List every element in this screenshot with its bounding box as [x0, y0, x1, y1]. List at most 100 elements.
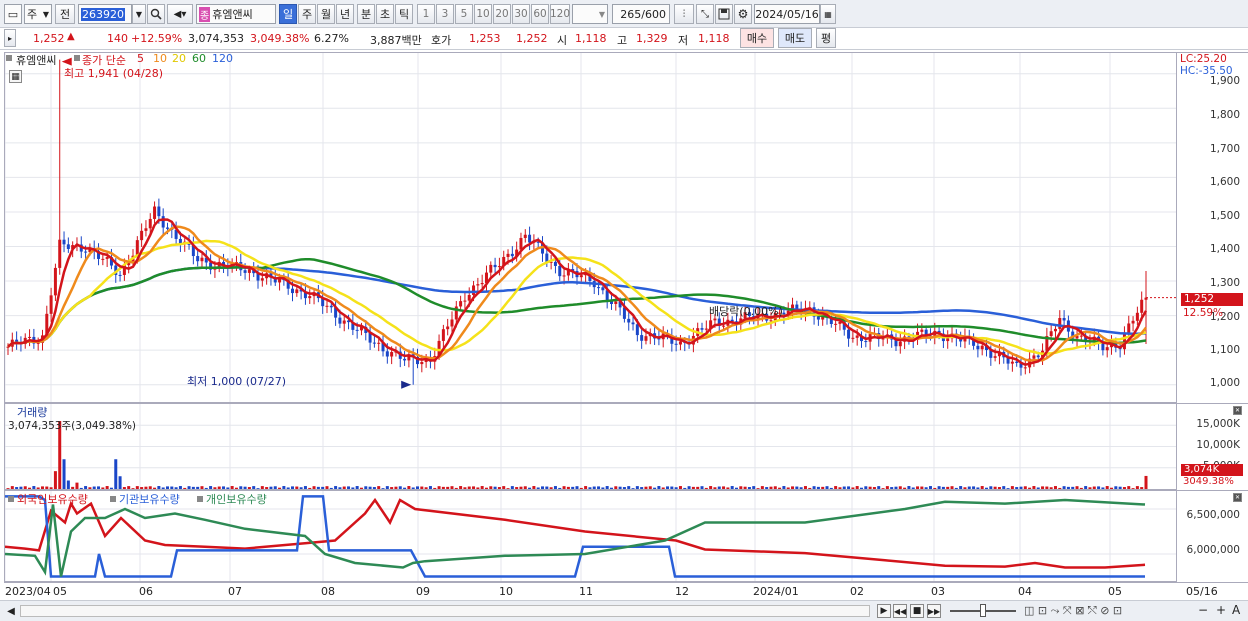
- institution-holdings-line: [5, 495, 1145, 578]
- volume-bar: [1010, 486, 1014, 489]
- candle-body: [450, 319, 454, 327]
- interval-custom-select[interactable]: ▼: [572, 4, 608, 24]
- legend-toggle-icon[interactable]: [6, 55, 12, 61]
- volume-bar: [842, 486, 846, 489]
- gear-icon[interactable]: ⚙: [734, 4, 752, 24]
- volume-bar: [946, 486, 950, 489]
- scroll-right-icon[interactable]: ▶: [877, 604, 891, 618]
- zoom-slider-thumb[interactable]: [980, 604, 986, 617]
- candle-body: [157, 206, 161, 217]
- interval-5[interactable]: 5: [455, 4, 473, 24]
- volume-bar: [127, 486, 131, 489]
- save-icon[interactable]: [715, 4, 733, 24]
- y-tick: 1,600: [1209, 176, 1240, 188]
- stock-name-field[interactable]: 종 휴엠앤씨: [196, 4, 276, 24]
- legend-toggle-icon[interactable]: [110, 496, 116, 502]
- interval-30[interactable]: 30: [512, 4, 530, 24]
- interval-60[interactable]: 60: [531, 4, 549, 24]
- volume-value: 3,074,353: [188, 32, 244, 45]
- volume-bar: [959, 486, 963, 489]
- volume-bar: [359, 487, 363, 489]
- candle-body: [377, 342, 381, 344]
- zoom-out-icon[interactable]: −: [1198, 603, 1208, 617]
- candle-body: [1036, 355, 1040, 358]
- market-select[interactable]: 주 ▼: [24, 4, 52, 24]
- candle-body: [795, 304, 799, 309]
- volume-bar: [903, 487, 907, 489]
- window-menu-icon[interactable]: ▭: [4, 4, 22, 24]
- tool-icons[interactable]: ◫ ⊡ ⤳ ⤧ ⊠ ⤲ ⊘ ⊡: [1024, 604, 1122, 618]
- candle-body: [28, 336, 32, 338]
- volume-bar: [239, 486, 243, 489]
- candle-body: [84, 251, 88, 253]
- volume-bar: [597, 486, 601, 489]
- buy-button[interactable]: 매수: [740, 28, 774, 48]
- period-month[interactable]: 월: [317, 4, 335, 24]
- period-second[interactable]: 초: [376, 4, 394, 24]
- date-input[interactable]: 2024/05/16: [754, 4, 820, 24]
- period-day[interactable]: 일: [279, 4, 297, 24]
- price-axis: LC:25.20 HC:-35.50 1,900 1,800 1,700 1,6…: [1177, 52, 1248, 403]
- candle-body: [291, 288, 294, 294]
- y-tick: 6,500,000: [1186, 509, 1240, 521]
- candle-body: [463, 300, 467, 302]
- volume-bar: [756, 488, 760, 489]
- volume-bar: [933, 487, 937, 489]
- holdings-chart[interactable]: [5, 491, 1176, 581]
- scroll-track[interactable]: [20, 605, 870, 617]
- period-year[interactable]: 년: [336, 4, 354, 24]
- stock-code-input[interactable]: 263920: [78, 4, 132, 24]
- code-dropdown-icon[interactable]: ▼: [132, 4, 146, 24]
- volume-bar: [493, 486, 497, 489]
- sell-button[interactable]: 매도: [778, 28, 812, 48]
- interval-10[interactable]: 10: [474, 4, 492, 24]
- candle-body: [510, 253, 514, 257]
- close-icon[interactable]: ✕: [1233, 406, 1242, 415]
- volume-bar: [1101, 487, 1105, 489]
- legend-toggle-icon[interactable]: [74, 55, 80, 61]
- stop-icon[interactable]: ■: [910, 604, 924, 618]
- volume-bar: [808, 487, 812, 489]
- fast-forward-icon[interactable]: ▶▶: [927, 604, 941, 618]
- candle-body: [855, 335, 859, 338]
- x-label: 02: [850, 585, 864, 598]
- rewind-icon[interactable]: ◀◀: [893, 604, 907, 618]
- quote-toggle-icon[interactable]: ▸: [4, 29, 16, 47]
- volume-bar: [838, 487, 842, 489]
- candle-body: [1015, 361, 1019, 363]
- zoom-in-icon[interactable]: +: [1216, 603, 1226, 617]
- interval-120[interactable]: 120: [550, 4, 570, 24]
- interval-20[interactable]: 20: [493, 4, 511, 24]
- volume-bar: [502, 486, 506, 489]
- interval-3[interactable]: 3: [436, 4, 454, 24]
- scroll-left-icon[interactable]: ◀: [4, 604, 18, 618]
- count-field[interactable]: 265/600: [612, 4, 670, 24]
- candle-body: [476, 284, 480, 286]
- candle-body: [1032, 355, 1036, 359]
- drawing-tool-icon[interactable]: ⤡: [696, 4, 714, 24]
- volume-bar: [170, 486, 174, 489]
- legend-toggle-icon[interactable]: [197, 496, 203, 502]
- close-icon[interactable]: ✕: [1233, 493, 1242, 502]
- period-tick[interactable]: 틱: [395, 4, 413, 24]
- price-chart[interactable]: [5, 53, 1176, 402]
- y-tick: 1,700: [1209, 143, 1240, 155]
- period-minute[interactable]: 분: [357, 4, 375, 24]
- interval-1[interactable]: 1: [417, 4, 435, 24]
- chart-type-icon[interactable]: ⫶: [674, 4, 694, 24]
- volume-bar: [234, 487, 238, 489]
- eval-button[interactable]: 평: [816, 28, 836, 48]
- legend-toggle-icon[interactable]: [8, 496, 14, 502]
- prev-button[interactable]: 전: [55, 4, 75, 24]
- table-view-icon[interactable]: ▦: [9, 70, 22, 83]
- volume-chart[interactable]: [5, 404, 1176, 489]
- volume-bar: [528, 487, 532, 489]
- font-size-icon[interactable]: A: [1232, 603, 1240, 617]
- volume-bar: [497, 487, 501, 489]
- calendar-icon[interactable]: ▦: [820, 4, 836, 24]
- search-icon[interactable]: [147, 4, 165, 24]
- volume-bar: [760, 486, 764, 489]
- volume-bar: [545, 486, 549, 489]
- period-week[interactable]: 주: [298, 4, 316, 24]
- speaker-icon[interactable]: ◀▾: [167, 4, 193, 24]
